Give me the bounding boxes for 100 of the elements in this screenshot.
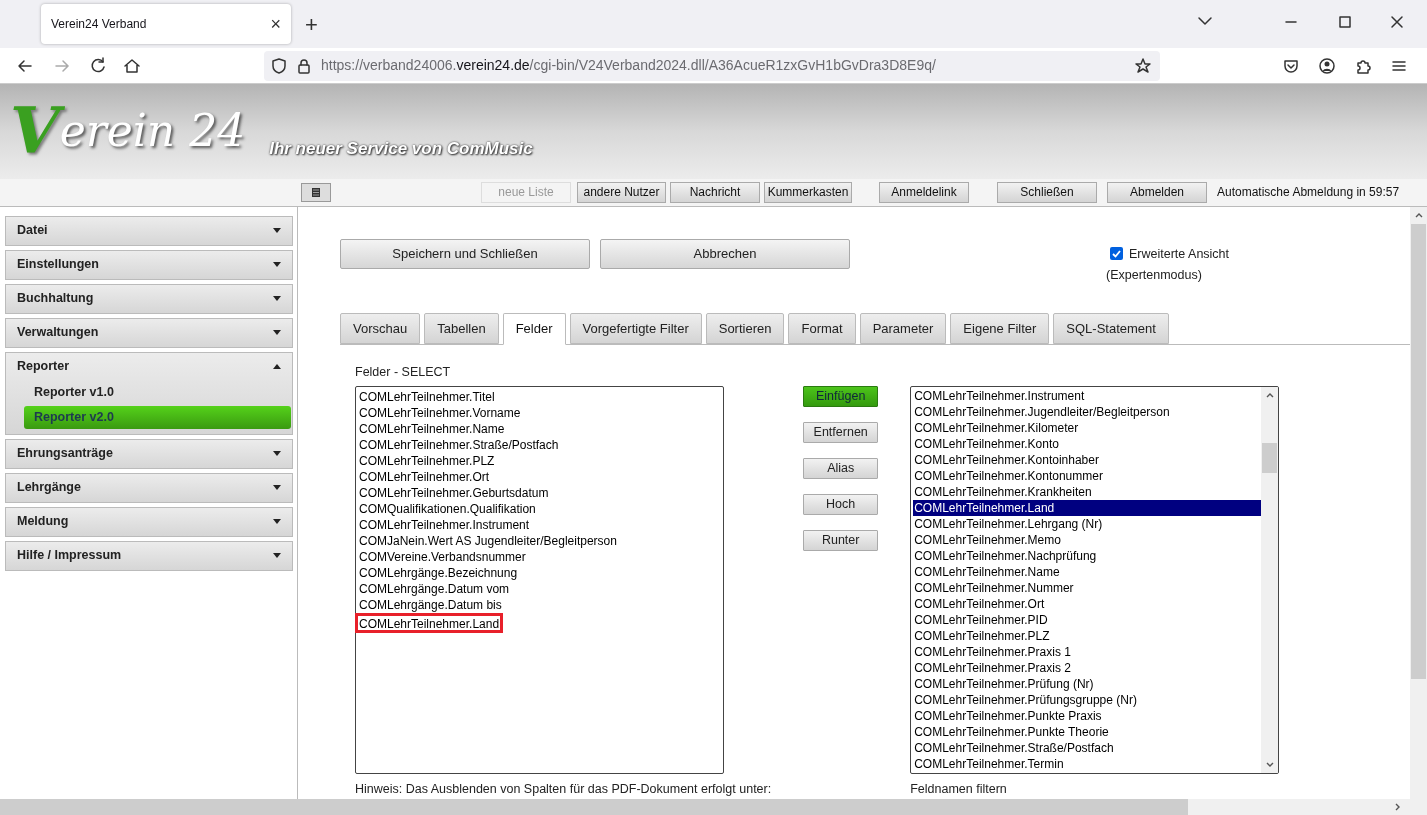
list-item[interactable]: COMLehrTeilnehmer.Ort — [913, 596, 1262, 613]
list-item[interactable]: COMLehrTeilnehmer.Konto — [913, 436, 1262, 453]
caret-down-icon — [273, 519, 281, 525]
account-icon[interactable] — [1318, 56, 1336, 75]
page-scrollbar[interactable] — [1410, 206, 1427, 799]
list-item[interactable]: COMLehrTeilnehmer.Straße/Postfach — [358, 437, 560, 454]
menu-section[interactable]: Buchhaltung — [5, 283, 293, 314]
url-text: https://verband24006.verein24.de/cgi-bin/V24Verband2024.dll/A36AcueR1zxGvH1bGvDra3D8E9q/ — [321, 56, 936, 75]
tab-close-button[interactable]: × — [270, 15, 281, 33]
list-item[interactable]: COMLehrTeilnehmer.Jugendleiter/Begleitperson — [913, 404, 1262, 421]
menu-section[interactable]: Meldung — [5, 506, 293, 537]
list-item[interactable]: COMLehrTeilnehmer.Titel — [358, 389, 496, 406]
list-item[interactable]: COMLehrgänge.Datum vom — [358, 581, 511, 598]
list-item[interactable]: COMLehrTeilnehmer.Land — [355, 613, 504, 634]
caret-down-icon — [273, 553, 281, 559]
list-item[interactable]: COMJaNein.Wert AS Jugendleiter/Begleitperson — [358, 533, 618, 550]
checkbox[interactable] — [1110, 247, 1123, 261]
scrollbar-thumb[interactable] — [1262, 443, 1278, 474]
list-item[interactable]: COMLehrTeilnehmer.Kontoinhaber — [913, 452, 1262, 469]
menu-section[interactable]: Datei — [5, 215, 293, 246]
toolbar-button[interactable]: Schließen — [997, 182, 1097, 203]
menu-section-label: Einstellungen — [17, 256, 99, 274]
action-button[interactable]: Abbrechen — [600, 238, 850, 269]
list-item[interactable]: COMLehrTeilnehmer.Prüfungsgruppe (Nr) — [913, 692, 1262, 709]
list-item[interactable]: COMLehrTeilnehmer.PID — [913, 612, 1262, 629]
field-button[interactable]: Alias — [803, 458, 879, 480]
list-item[interactable]: COMLehrTeilnehmer.Lehrgang (Nr) — [913, 516, 1262, 533]
menu-item[interactable]: Reporter v1.0 — [24, 380, 291, 404]
scrollbar[interactable] — [1261, 387, 1279, 774]
list-item[interactable]: COMLehrTeilnehmer.Prüfung (Nr) — [913, 676, 1262, 693]
scrollbar-thumb[interactable] — [0, 798, 1188, 815]
action-button[interactable]: Speichern und Schließen — [340, 238, 590, 269]
menu-section[interactable]: Ehrungsanträge — [5, 438, 293, 469]
list-item[interactable]: COMLehrTeilnehmer.Instrument — [913, 388, 1262, 405]
tab[interactable]: Felder — [502, 313, 566, 346]
list-item[interactable]: COMLehrTeilnehmer.Land — [913, 500, 1262, 517]
new-tab-button[interactable]: + — [305, 14, 318, 36]
menu-section[interactable]: Einstellungen — [5, 249, 293, 280]
list-item[interactable]: COMLehrgänge.Bezeichnung — [358, 565, 519, 582]
list-item[interactable]: COMLehrTeilnehmer.Kontonummer — [913, 468, 1262, 485]
menu-section-label: Verwaltungen — [17, 324, 99, 342]
list-item[interactable]: COMLehrTeilnehmer.PLZ — [913, 628, 1262, 645]
list-item[interactable]: COMLehrTeilnehmer.Name — [358, 421, 506, 438]
caret-down-icon — [273, 228, 281, 234]
list-item[interactable]: COMLehrTeilnehmer.Memo — [913, 532, 1262, 549]
list-item[interactable]: COMLehrTeilnehmer.Krankheiten — [913, 484, 1262, 501]
list-item[interactable]: COMLehrTeilnehmer.Nachprüfung — [913, 548, 1262, 565]
list-item[interactable]: COMVereine.Verbandsnummer — [358, 549, 527, 566]
list-item[interactable]: COMLehrTeilnehmer.Kilometer — [913, 420, 1262, 437]
tab[interactable]: Tabellen — [424, 313, 499, 345]
list-item[interactable]: COMLehrTeilnehmer.Vorname — [358, 405, 522, 422]
list-item[interactable]: COMLehrTeilnehmer.PLZ — [358, 453, 496, 470]
field-button[interactable]: Entfernen — [803, 422, 879, 444]
list-item[interactable]: COMLehrTeilnehmer.Termin — [913, 756, 1262, 773]
list-item[interactable]: COMLehrTeilnehmer.Praxis 1 — [913, 644, 1262, 661]
list-item[interactable]: COMLehrTeilnehmer.Punkte Theorie — [913, 724, 1262, 741]
list-item[interactable]: COMLehrTeilnehmer.Name — [913, 564, 1262, 581]
toolbar-button[interactable]: Abmelden — [1107, 182, 1207, 203]
list-item[interactable]: COMLehrTeilnehmer.Straße/Postfach — [913, 740, 1262, 757]
logout-timer: Automatische Abmeldung in 59:57 — [1217, 184, 1400, 202]
caret-down-icon — [273, 451, 281, 457]
available-fields-list[interactable] — [910, 386, 1280, 775]
list-item[interactable]: COMLehrgänge.Datum bis — [358, 597, 503, 614]
menu-item[interactable]: Reporter v2.0 — [24, 405, 291, 429]
list-item[interactable]: COMLehrTeilnehmer.Nummer — [913, 580, 1262, 597]
menu-section-label: Lehrgänge — [17, 479, 81, 497]
toolbar-button[interactable]: Nachricht — [670, 182, 760, 203]
scrollbar-thumb[interactable] — [1411, 223, 1426, 679]
menu-section[interactable]: Verwaltungen — [5, 317, 293, 348]
list-view-button[interactable] — [301, 183, 331, 202]
list-item[interactable]: COMLehrTeilnehmer.Geburtsdatum — [358, 485, 550, 502]
field-button[interactable]: Hoch — [803, 494, 879, 516]
selected-fields-list[interactable] — [355, 386, 724, 775]
menu-section[interactable]: Hilfe / Impressum — [5, 540, 293, 571]
horizontal-scrollbar[interactable] — [0, 798, 1427, 815]
tab[interactable]: Vorgefertigte Filter — [569, 313, 702, 345]
tab[interactable]: SQL-Statement — [1053, 313, 1169, 345]
field-button[interactable]: Runter — [803, 530, 879, 552]
list-item[interactable]: COMLehrTeilnehmer.Ort — [358, 469, 491, 486]
menu-section[interactable]: Reporter Reporter v1.0 Reporter v2.0 — [5, 351, 293, 435]
hint-text: Hinweis: Das Ausblenden von Spalten für das PDF-Dokument erfolgt unter: — [355, 781, 772, 799]
list-item[interactable]: COMQualifikationen.Qualifikation — [358, 501, 537, 518]
tab[interactable]: Sortieren — [705, 313, 785, 345]
tab[interactable]: Parameter — [859, 313, 947, 345]
caret-down-icon — [273, 330, 281, 336]
star-icon[interactable] — [1134, 56, 1152, 75]
browser-tab[interactable]: Verein24 Verband × — [41, 4, 291, 44]
tab[interactable]: Vorschau — [340, 313, 421, 345]
toolbar-button[interactable]: andere Nutzer — [577, 182, 666, 203]
tab[interactable]: Format — [788, 313, 856, 345]
address-bar[interactable]: https://verband24006.verein24.de/cgi-bin/V24Verband2024.dll/A36AcueR1zxGvH1bGvDra3D8E9q/ — [264, 50, 1160, 81]
menu-section-label: Reporter — [17, 358, 70, 376]
tab[interactable]: Eigene Filter — [950, 313, 1050, 345]
list-item[interactable]: COMLehrTeilnehmer.Praxis 2 — [913, 660, 1262, 677]
toolbar-button[interactable]: Anmeldelink — [879, 182, 969, 203]
menu-section[interactable]: Lehrgänge — [5, 472, 293, 503]
toolbar-button[interactable]: Kummerkasten — [764, 182, 852, 203]
list-item[interactable]: COMLehrTeilnehmer.Instrument — [358, 517, 531, 534]
field-button[interactable]: Einfügen — [803, 386, 879, 408]
list-item[interactable]: COMLehrTeilnehmer.Punkte Praxis — [913, 708, 1262, 725]
